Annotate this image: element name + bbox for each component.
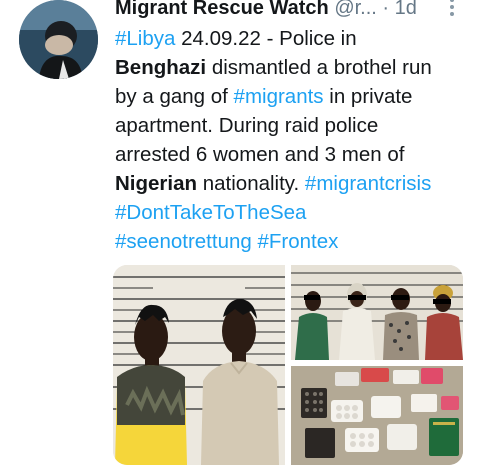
tweet-text-fragment: in private bbox=[329, 85, 413, 108]
media-photo-seized-items[interactable] bbox=[291, 366, 463, 465]
tweet-line: arrested 6 women and 3 men of bbox=[115, 143, 405, 166]
hashtag-migrantcrisis[interactable]: #migrantcrisis bbox=[305, 172, 431, 195]
tweet-line: #DontTakeToTheSea bbox=[115, 198, 470, 227]
photo-image bbox=[113, 265, 285, 465]
media-grid bbox=[113, 265, 463, 465]
tweet-line: #Libya 24.09.22 - Police in bbox=[115, 24, 470, 53]
tweet-line: by a gang of #migrants in private bbox=[115, 82, 470, 111]
tweet-text-fragment: nationality. bbox=[202, 172, 300, 195]
tweet-line: Benghazi dismantled a brothel run bbox=[115, 53, 470, 82]
tweet-line: Nigerian nationality. #migrantcrisis bbox=[115, 169, 470, 198]
more-dot bbox=[450, 5, 454, 9]
hashtag-seenotrettung[interactable]: #seenotrettung bbox=[115, 230, 252, 253]
avatar-image bbox=[19, 0, 98, 79]
timestamp[interactable]: 1d bbox=[395, 0, 417, 19]
media-photo-arrested-men[interactable] bbox=[113, 265, 285, 465]
hashtag-donttaketothesea[interactable]: #DontTakeToTheSea bbox=[115, 201, 306, 224]
more-dot bbox=[450, 0, 454, 2]
media-photo-arrested-women[interactable] bbox=[291, 265, 463, 360]
more-dot bbox=[450, 12, 454, 16]
hashtag-migrants[interactable]: #migrants bbox=[234, 85, 324, 108]
tweet-text-fragment: by a gang of bbox=[115, 85, 228, 108]
tweet-text-fragment: dismantled a brothel run bbox=[211, 56, 432, 79]
tweet-header: Migrant Rescue Watch @r... · 1d bbox=[115, 0, 475, 22]
hashtag-libya[interactable]: #Libya bbox=[115, 27, 175, 50]
photo-image bbox=[291, 366, 463, 465]
author-handle[interactable]: @r... bbox=[334, 0, 377, 19]
nationality: Nigerian bbox=[115, 172, 198, 195]
hashtag-frontex[interactable]: #Frontex bbox=[257, 230, 338, 253]
author-name[interactable]: Migrant Rescue Watch bbox=[115, 0, 329, 19]
photo-image bbox=[291, 265, 463, 360]
tweet-text: #Libya 24.09.22 - Police in Benghazi dis… bbox=[115, 24, 470, 256]
city-name: Benghazi bbox=[115, 56, 207, 79]
tweet-text-fragment: 24.09.22 - Police in bbox=[181, 27, 357, 50]
separator: · bbox=[382, 0, 390, 19]
avatar[interactable] bbox=[19, 0, 98, 79]
tweet-line: #seenotrettung #Frontex bbox=[115, 227, 470, 256]
tweet-line: apartment. During raid police bbox=[115, 114, 379, 137]
more-vertical-icon[interactable] bbox=[444, 0, 460, 18]
